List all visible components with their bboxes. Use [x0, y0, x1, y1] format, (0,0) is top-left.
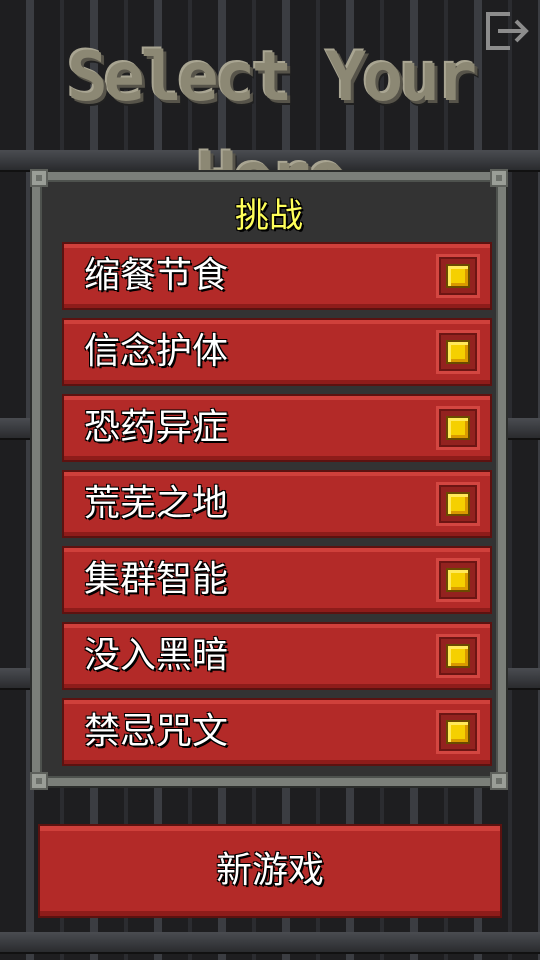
challenge-label: 没入黑暗 [84, 635, 229, 676]
challenge-checkbox[interactable] [436, 482, 480, 526]
challenges-panel: 挑战 缩餐节食 信念护体 恐药异症 荒芜之地 集群智能 没入黑暗 禁忌咒文 [32, 172, 506, 786]
panel-corner-rivet [30, 169, 48, 187]
challenge-label: 集群智能 [84, 559, 229, 600]
challenge-row[interactable]: 信念护体 [62, 318, 492, 386]
new-game-button[interactable]: 新游戏 [38, 824, 502, 918]
challenge-checkbox[interactable] [436, 634, 480, 678]
panel-corner-rivet [490, 772, 508, 790]
challenge-label: 信念护体 [84, 331, 229, 372]
challenge-label: 荒芜之地 [84, 483, 229, 524]
challenge-row[interactable]: 禁忌咒文 [62, 698, 492, 766]
checked-icon [448, 570, 468, 590]
challenge-row[interactable]: 没入黑暗 [62, 622, 492, 690]
checked-icon [448, 418, 468, 438]
challenge-checkbox[interactable] [436, 558, 480, 602]
challenge-label: 禁忌咒文 [84, 711, 229, 752]
checked-icon [448, 342, 468, 362]
checked-icon [448, 494, 468, 514]
challenge-row[interactable]: 缩餐节食 [62, 242, 492, 310]
challenge-checkbox[interactable] [436, 254, 480, 298]
challenge-row[interactable]: 恐药异症 [62, 394, 492, 462]
panel-corner-rivet [30, 772, 48, 790]
checked-icon [448, 266, 468, 286]
challenge-label: 缩餐节食 [84, 255, 229, 296]
challenge-label: 恐药异症 [84, 407, 229, 448]
panel-corner-rivet [490, 169, 508, 187]
background-bar [0, 932, 540, 952]
challenge-checkbox[interactable] [436, 330, 480, 374]
challenge-row[interactable]: 荒芜之地 [62, 470, 492, 538]
checked-icon [448, 722, 468, 742]
challenge-row[interactable]: 集群智能 [62, 546, 492, 614]
checked-icon [448, 646, 468, 666]
panel-title: 挑战 [235, 196, 303, 236]
challenge-checkbox[interactable] [436, 710, 480, 754]
challenge-checkbox[interactable] [436, 406, 480, 450]
